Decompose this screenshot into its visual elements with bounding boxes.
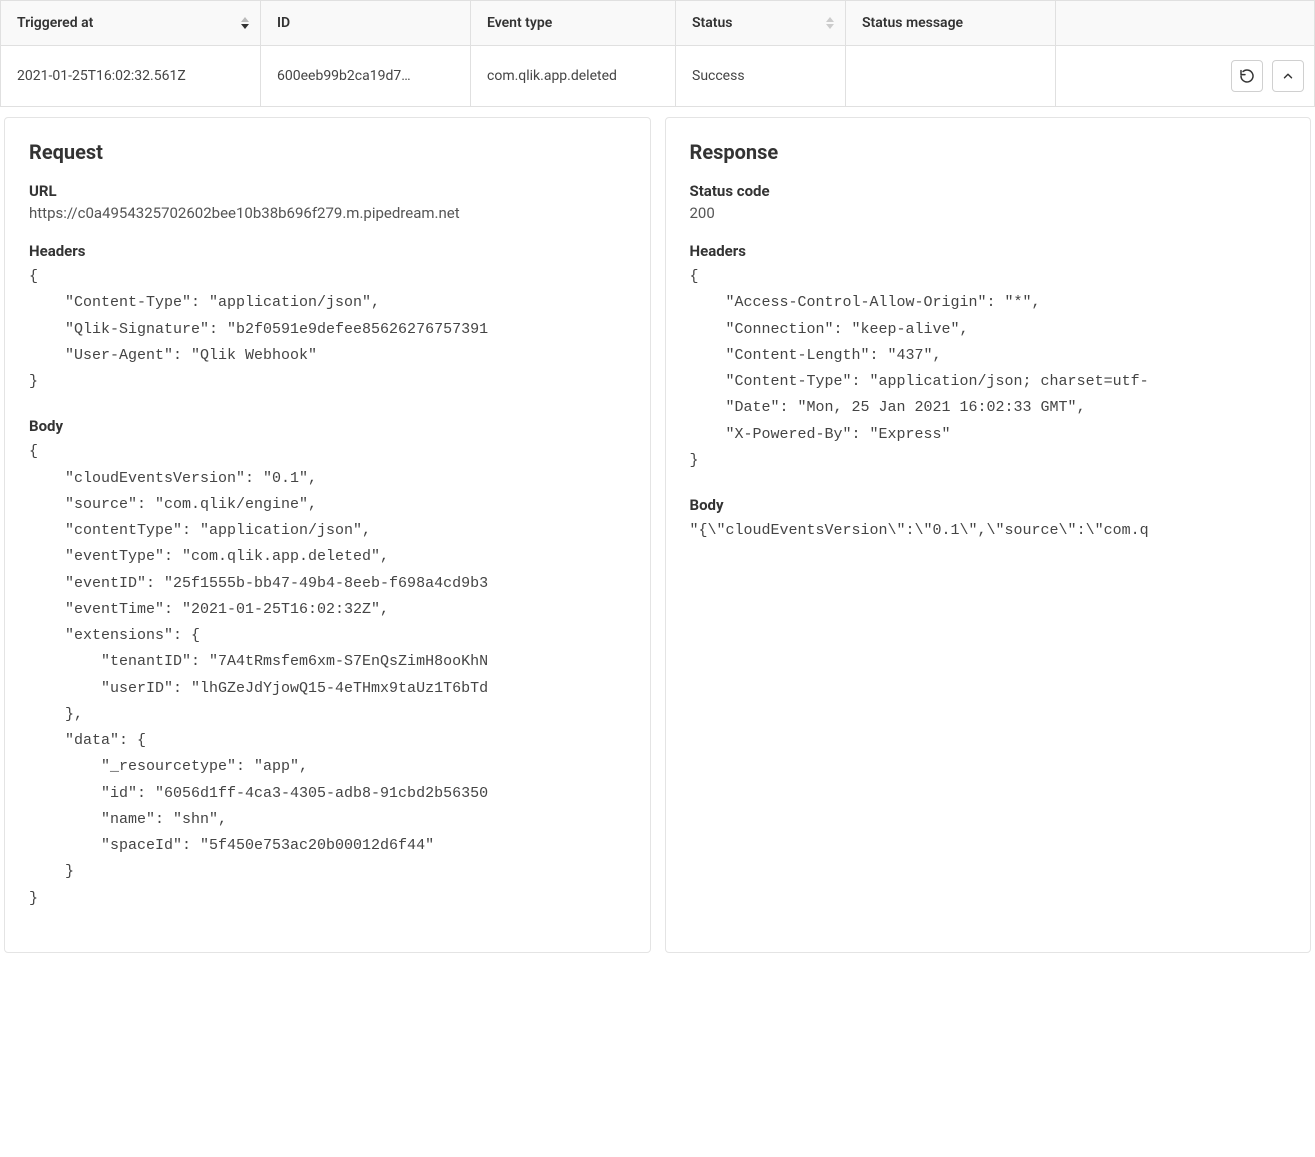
- col-event-type[interactable]: Event type: [471, 1, 676, 46]
- status-code-label: Status code: [690, 182, 1287, 200]
- request-body-label: Body: [29, 417, 626, 435]
- sort-icon[interactable]: [825, 17, 835, 29]
- url-label: URL: [29, 182, 626, 200]
- request-body-code: { "cloudEventsVersion": "0.1", "source":…: [29, 439, 626, 912]
- col-label: Event type: [487, 15, 552, 31]
- request-headers-scroll[interactable]: { "Content-Type": "application/json", "Q…: [29, 264, 626, 399]
- detail-panels: Request URL https://c0a4954325702602bee1…: [0, 107, 1315, 973]
- cell-id: 600eeb99b2ca19d7…: [261, 46, 471, 107]
- response-body-scroll[interactable]: "{\"cloudEventsVersion\":\"0.1\",\"sourc…: [690, 518, 1287, 548]
- col-status[interactable]: Status: [676, 1, 846, 46]
- request-headers-label: Headers: [29, 242, 626, 260]
- response-headers-scroll[interactable]: { "Access-Control-Allow-Origin": "*", "C…: [690, 264, 1287, 478]
- cell-status-message: [846, 46, 1056, 107]
- events-table: Triggered at ID Event type Status: [0, 0, 1315, 107]
- cell-event-type: com.qlik.app.deleted: [471, 46, 676, 107]
- request-url: https://c0a4954325702602bee10b38b696f279…: [29, 204, 626, 222]
- cell-status: Success: [676, 46, 846, 107]
- col-label: Status: [692, 15, 732, 31]
- table-row[interactable]: 2021-01-25T16:02:32.561Z 600eeb99b2ca19d…: [1, 46, 1315, 107]
- col-label: Triggered at: [17, 15, 93, 31]
- cell-triggered-at: 2021-01-25T16:02:32.561Z: [1, 46, 261, 107]
- sort-icon[interactable]: [240, 17, 250, 29]
- col-label: Status message: [862, 15, 963, 31]
- chevron-up-icon: [1281, 69, 1295, 83]
- col-label: ID: [277, 15, 290, 31]
- col-id[interactable]: ID: [261, 1, 471, 46]
- col-actions: [1056, 1, 1315, 46]
- response-body-code: "{\"cloudEventsVersion\":\"0.1\",\"sourc…: [690, 518, 1287, 544]
- response-headers-code: { "Access-Control-Allow-Origin": "*", "C…: [690, 264, 1287, 474]
- request-headers-code: { "Content-Type": "application/json", "Q…: [29, 264, 626, 395]
- request-panel: Request URL https://c0a4954325702602bee1…: [4, 117, 651, 953]
- cell-actions: [1056, 46, 1315, 107]
- col-status-message[interactable]: Status message: [846, 1, 1056, 46]
- response-title: Response: [690, 140, 1287, 164]
- collapse-button[interactable]: [1272, 60, 1304, 92]
- retry-button[interactable]: [1231, 60, 1263, 92]
- response-headers-label: Headers: [690, 242, 1287, 260]
- response-body-label: Body: [690, 496, 1287, 514]
- table-header-row: Triggered at ID Event type Status: [1, 1, 1315, 46]
- col-triggered-at[interactable]: Triggered at: [1, 1, 261, 46]
- response-panel: Response Status code 200 Headers { "Acce…: [665, 117, 1312, 953]
- status-code-value: 200: [690, 204, 1287, 222]
- request-body-scroll[interactable]: { "cloudEventsVersion": "0.1", "source":…: [29, 439, 626, 916]
- request-title: Request: [29, 140, 626, 164]
- refresh-icon: [1239, 68, 1255, 84]
